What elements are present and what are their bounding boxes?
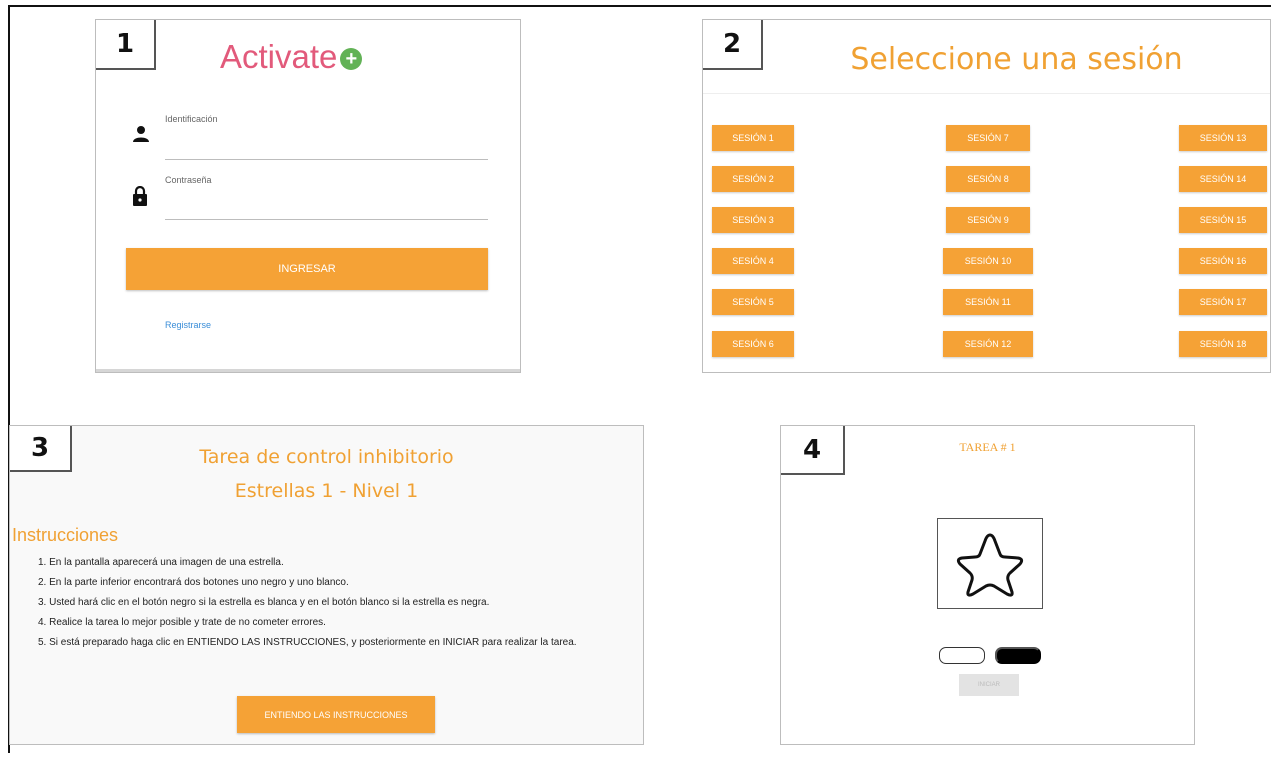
white-response-button[interactable] [939, 647, 985, 664]
session-button-2[interactable]: SESIÓN 2 [712, 166, 794, 192]
start-button[interactable]: INICIAR [959, 674, 1019, 696]
session-select-panel: 2 Seleccione una sesión SESIÓN 1 SESIÓN … [703, 20, 1270, 372]
understand-instructions-button[interactable]: ENTIENDO LAS INSTRUCCIONES [237, 696, 435, 733]
logo-text: Activate [220, 38, 338, 75]
instruction-item: 4. Realice la tarea lo mejor posible y t… [38, 617, 326, 628]
session-button-6[interactable]: SESIÓN 6 [712, 331, 794, 357]
task-panel: 4 TAREA # 1 INICIAR [781, 426, 1194, 744]
register-link[interactable]: Registrarse [165, 320, 211, 330]
instruction-item: 5. Si está preparado haga clic en ENTIEN… [38, 637, 577, 648]
stimulus-frame [937, 518, 1043, 609]
panel-bottom-edge [96, 369, 520, 372]
login-button[interactable]: INGRESAR [126, 248, 488, 290]
password-label: Contraseña [165, 175, 212, 185]
session-button-5[interactable]: SESIÓN 5 [712, 289, 794, 315]
instructions-heading: Instrucciones [12, 525, 119, 545]
panel-number: 2 [703, 20, 763, 70]
session-button-17[interactable]: SESIÓN 17 [1179, 289, 1267, 315]
session-button-11[interactable]: SESIÓN 11 [943, 289, 1033, 315]
instruction-item: 1. En la pantalla aparecerá una imagen d… [38, 557, 284, 568]
task-title: Tarea de control inhibitorio [199, 446, 454, 468]
lock-icon [133, 186, 147, 206]
session-button-9[interactable]: SESIÓN 9 [946, 207, 1030, 233]
session-button-15[interactable]: SESIÓN 15 [1179, 207, 1267, 233]
id-input[interactable] [165, 159, 488, 160]
app-logo: Activate + [220, 38, 363, 76]
star-outline-icon [956, 533, 1024, 597]
session-button-10[interactable]: SESIÓN 10 [943, 248, 1033, 274]
instructions-panel: 3 Tarea de control inhibitorio Estrellas… [10, 426, 643, 744]
panel-number: 1 [96, 20, 156, 70]
session-button-13[interactable]: SESIÓN 13 [1179, 125, 1267, 151]
session-button-12[interactable]: SESIÓN 12 [943, 331, 1033, 357]
task-number-title: TAREA # 1 [959, 440, 1016, 454]
user-icon [133, 126, 149, 142]
id-label: Identificación [165, 114, 218, 124]
session-button-7[interactable]: SESIÓN 7 [946, 125, 1030, 151]
session-button-4[interactable]: SESIÓN 4 [712, 248, 794, 274]
session-button-18[interactable]: SESIÓN 18 [1179, 331, 1267, 357]
task-subtitle: Estrellas 1 - Nivel 1 [234, 480, 419, 502]
frame-top-line [10, 5, 1271, 7]
black-response-button[interactable] [995, 647, 1041, 664]
instruction-item: 2. En la parte inferior encontrará dos b… [38, 577, 349, 588]
title-divider [703, 93, 1270, 94]
password-input[interactable] [165, 219, 488, 220]
session-button-8[interactable]: SESIÓN 8 [946, 166, 1030, 192]
login-panel: 1 Activate + Identificación Contraseña IN… [96, 20, 520, 372]
session-button-14[interactable]: SESIÓN 14 [1179, 166, 1267, 192]
session-button-1[interactable]: SESIÓN 1 [712, 125, 794, 151]
plus-circle-icon: + [340, 48, 363, 70]
session-button-3[interactable]: SESIÓN 3 [712, 207, 794, 233]
instruction-item: 3. Usted hará clic en el botón negro si … [38, 597, 490, 608]
session-select-title: Seleccione una sesión [850, 42, 1183, 77]
session-button-16[interactable]: SESIÓN 16 [1179, 248, 1267, 274]
instructions-list: 1. En la pantalla aparecerá una imagen d… [38, 553, 577, 653]
